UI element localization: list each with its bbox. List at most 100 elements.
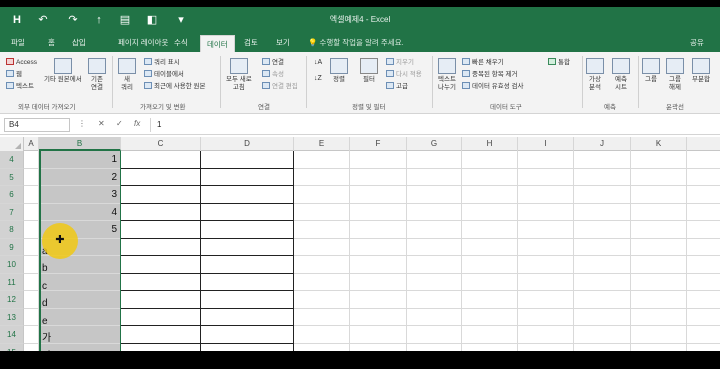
flash-fill-button[interactable]: 빠른 채우기 [462, 58, 504, 67]
column-header-partial[interactable] [687, 137, 720, 151]
text-to-columns-button[interactable]: 텍스트 나누기 [438, 58, 456, 92]
cell-c[interactable] [121, 221, 201, 239]
tab-page-layout[interactable]: 페이지 레이아웃 [118, 37, 168, 48]
column-header-e[interactable]: E [294, 137, 350, 151]
row-header[interactable]: 6 [0, 186, 24, 204]
cell-e[interactable] [294, 186, 350, 204]
tab-review[interactable]: 검토 [244, 37, 258, 48]
cell-h[interactable] [462, 256, 518, 274]
cell-k[interactable] [631, 256, 687, 274]
cell-k[interactable] [631, 238, 687, 256]
row-header[interactable]: 5 [0, 168, 24, 186]
what-if-analysis-button[interactable]: 가상 분석 [586, 58, 604, 92]
cell-f[interactable] [350, 151, 407, 169]
cell-h[interactable] [462, 168, 518, 186]
cell-a[interactable] [24, 221, 39, 239]
cell-i[interactable] [518, 308, 574, 326]
cell-h[interactable] [462, 308, 518, 326]
cell-j[interactable] [574, 308, 631, 326]
cell-a[interactable] [24, 273, 39, 291]
cell-g[interactable] [407, 291, 462, 309]
cell-f[interactable] [350, 273, 407, 291]
cell-b[interactable]: d [39, 291, 121, 309]
cell-k[interactable] [631, 168, 687, 186]
cell-j[interactable] [574, 221, 631, 239]
cell-k[interactable] [631, 343, 687, 351]
cell-g[interactable] [407, 151, 462, 169]
cell-c[interactable] [121, 273, 201, 291]
cell-h[interactable] [462, 151, 518, 169]
row-header[interactable]: 14 [0, 326, 24, 344]
column-header-g[interactable]: G [407, 137, 462, 151]
cell-j[interactable] [574, 291, 631, 309]
cell-l[interactable] [687, 186, 720, 204]
cell-j[interactable] [574, 238, 631, 256]
cell-k[interactable] [631, 326, 687, 344]
cell-c[interactable] [121, 291, 201, 309]
cell-h[interactable] [462, 221, 518, 239]
cell-d[interactable] [201, 238, 294, 256]
cell-e[interactable] [294, 238, 350, 256]
column-header-k[interactable]: K [631, 137, 687, 151]
cell-f[interactable] [350, 186, 407, 204]
cell-i[interactable] [518, 186, 574, 204]
cell-h[interactable] [462, 186, 518, 204]
cell-k[interactable] [631, 151, 687, 169]
row-header[interactable]: 12 [0, 291, 24, 309]
cell-l[interactable] [687, 221, 720, 239]
cell-h[interactable] [462, 273, 518, 291]
cell-g[interactable] [407, 238, 462, 256]
cell-e[interactable] [294, 343, 350, 351]
advanced-filter-button[interactable]: 고급 [386, 82, 408, 91]
refresh-all-button[interactable]: 모두 새로 고침 [226, 58, 252, 92]
cell-j[interactable] [574, 151, 631, 169]
cell-f[interactable] [350, 238, 407, 256]
tab-insert[interactable]: 삽입 [72, 37, 86, 48]
cell-e[interactable] [294, 256, 350, 274]
cell-d[interactable] [201, 273, 294, 291]
cell-h[interactable] [462, 343, 518, 351]
tab-file[interactable]: 파일 [11, 37, 25, 48]
insert-function-icon[interactable]: fx [134, 119, 140, 128]
cell-f[interactable] [350, 291, 407, 309]
cell-a[interactable] [24, 343, 39, 351]
cell-i[interactable] [518, 343, 574, 351]
column-header-f[interactable]: F [350, 137, 407, 151]
cell-f[interactable] [350, 326, 407, 344]
recent-sources-button[interactable]: 최근에 사용한 원본 [144, 82, 205, 91]
share-button[interactable]: 공유 [690, 37, 704, 48]
cell-e[interactable] [294, 151, 350, 169]
cell-d[interactable] [201, 168, 294, 186]
cell-d[interactable] [201, 151, 294, 169]
cell-d[interactable] [201, 326, 294, 344]
cell-c[interactable] [121, 238, 201, 256]
sort-az-button[interactable]: ↓A [314, 58, 322, 67]
cell-c[interactable] [121, 343, 201, 351]
cell-k[interactable] [631, 186, 687, 204]
cell-a[interactable] [24, 326, 39, 344]
cell-i[interactable] [518, 238, 574, 256]
cell-f[interactable] [350, 343, 407, 351]
column-header-b[interactable]: B [39, 137, 121, 151]
cell-a[interactable] [24, 308, 39, 326]
cell-j[interactable] [574, 186, 631, 204]
cell-b[interactable]: c [39, 273, 121, 291]
column-header-h[interactable]: H [462, 137, 518, 151]
cell-g[interactable] [407, 326, 462, 344]
cell-i[interactable] [518, 151, 574, 169]
cell-i[interactable] [518, 273, 574, 291]
properties-button[interactable]: 속성 [262, 70, 284, 79]
row-header[interactable]: 4 [0, 151, 24, 169]
group-button[interactable]: 그룹 [642, 58, 660, 84]
from-table-button[interactable]: 테이블에서 [144, 70, 184, 79]
cell-a[interactable] [24, 256, 39, 274]
from-text-button[interactable]: 텍스트 [6, 82, 34, 91]
cell-l[interactable] [687, 151, 720, 169]
from-web-button[interactable]: 웹 [6, 70, 22, 79]
cell-c[interactable] [121, 151, 201, 169]
cell-k[interactable] [631, 291, 687, 309]
cell-i[interactable] [518, 168, 574, 186]
cell-a[interactable] [24, 151, 39, 169]
ungroup-button[interactable]: 그룹 해제 [666, 58, 684, 92]
cell-i[interactable] [518, 256, 574, 274]
